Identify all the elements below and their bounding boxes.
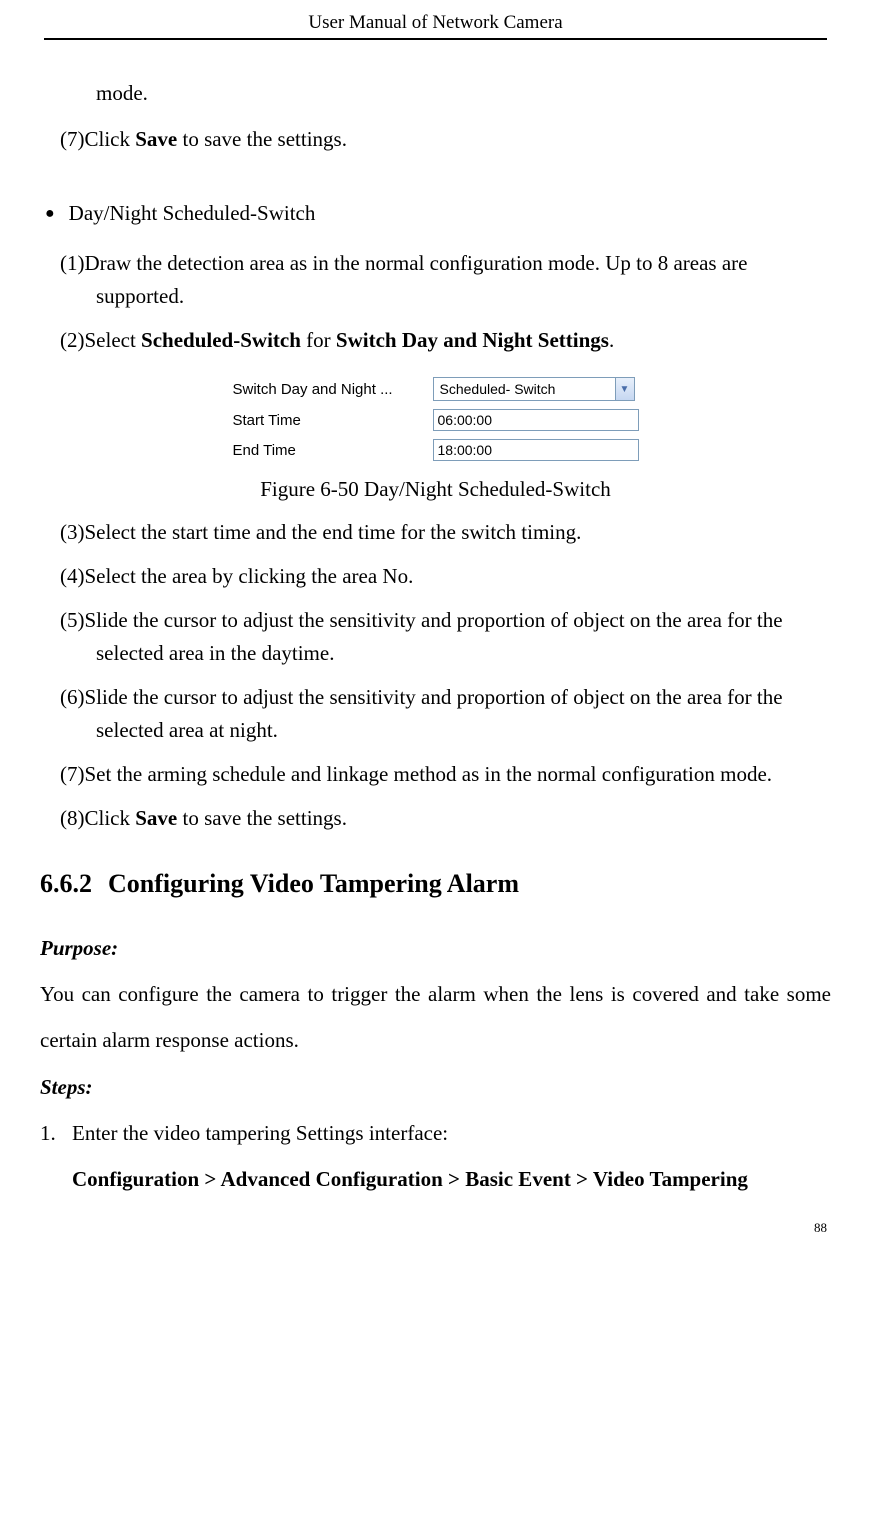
- start-time-label: Start Time: [233, 412, 433, 429]
- step-b3: (3)Select the start time and the end tim…: [60, 516, 831, 550]
- end-time-label: End Time: [233, 442, 433, 459]
- figure-caption: Figure 6-50 Day/Night Scheduled-Switch: [40, 477, 831, 502]
- step7-save: Save: [135, 127, 177, 151]
- figure-6-50: Switch Day and Night ... Scheduled- Swit…: [40, 369, 831, 469]
- section-title: Configuring Video Tampering Alarm: [108, 869, 519, 898]
- start-time-value: 06:00:00: [438, 412, 493, 428]
- continuation-mode-line: mode.: [96, 70, 831, 116]
- start-time-input[interactable]: 06:00:00: [433, 409, 639, 431]
- step-a2-prefix: (2)Select: [60, 328, 141, 352]
- navigation-path: Configuration > Advanced Configuration >…: [72, 1156, 831, 1202]
- step-b8-prefix: (8)Click: [60, 806, 135, 830]
- step-a2-bold1: Scheduled-Switch: [141, 328, 301, 352]
- section-number: 6.6.2: [40, 869, 92, 899]
- page-header: User Manual of Network Camera: [44, 0, 827, 40]
- step-b7: (7)Set the arming schedule and linkage m…: [60, 758, 831, 792]
- bullet-title: Day/Night Scheduled-Switch: [69, 190, 831, 236]
- step-text: Enter the video tampering Settings inter…: [72, 1110, 831, 1156]
- switch-dropdown-value: Scheduled- Switch: [434, 381, 615, 397]
- switch-dropdown[interactable]: Scheduled- Switch ▼: [433, 377, 635, 401]
- step7-prefix: (7)Click: [60, 127, 135, 151]
- step-b4: (4)Select the area by clicking the area …: [60, 560, 831, 594]
- chevron-down-icon: ▼: [615, 378, 634, 400]
- bullet-icon: ●: [45, 196, 55, 236]
- step-b8-save: Save: [135, 806, 177, 830]
- page-number: 88: [40, 1220, 831, 1236]
- step-a2: (2)Select Scheduled-Switch for Switch Da…: [60, 324, 831, 358]
- prev-step-7: (7)Click Save to save the settings.: [60, 116, 831, 162]
- purpose-label: Purpose:: [40, 925, 831, 971]
- step7-suffix: to save the settings.: [177, 127, 347, 151]
- switch-label: Switch Day and Night ...: [233, 381, 433, 398]
- numbered-step-1: 1. Enter the video tampering Settings in…: [40, 1110, 831, 1156]
- section-heading: 6.6.2 Configuring Video Tampering Alarm: [40, 869, 831, 899]
- step-a2-suffix: .: [609, 328, 614, 352]
- step-a2-mid: for: [301, 328, 336, 352]
- step-b5: (5)Slide the cursor to adjust the sensit…: [60, 604, 831, 671]
- step-b8: (8)Click Save to save the settings.: [60, 802, 831, 836]
- step-a2-bold2: Switch Day and Night Settings: [336, 328, 609, 352]
- end-time-value: 18:00:00: [438, 442, 493, 458]
- end-time-input[interactable]: 18:00:00: [433, 439, 639, 461]
- step-a1: (1)Draw the detection area as in the nor…: [60, 247, 831, 314]
- purpose-text: You can configure the camera to trigger …: [40, 971, 831, 1063]
- step-b8-suffix: to save the settings.: [177, 806, 347, 830]
- step-number: 1.: [40, 1110, 72, 1156]
- steps-label: Steps:: [40, 1064, 831, 1110]
- step-b6: (6)Slide the cursor to adjust the sensit…: [60, 681, 831, 748]
